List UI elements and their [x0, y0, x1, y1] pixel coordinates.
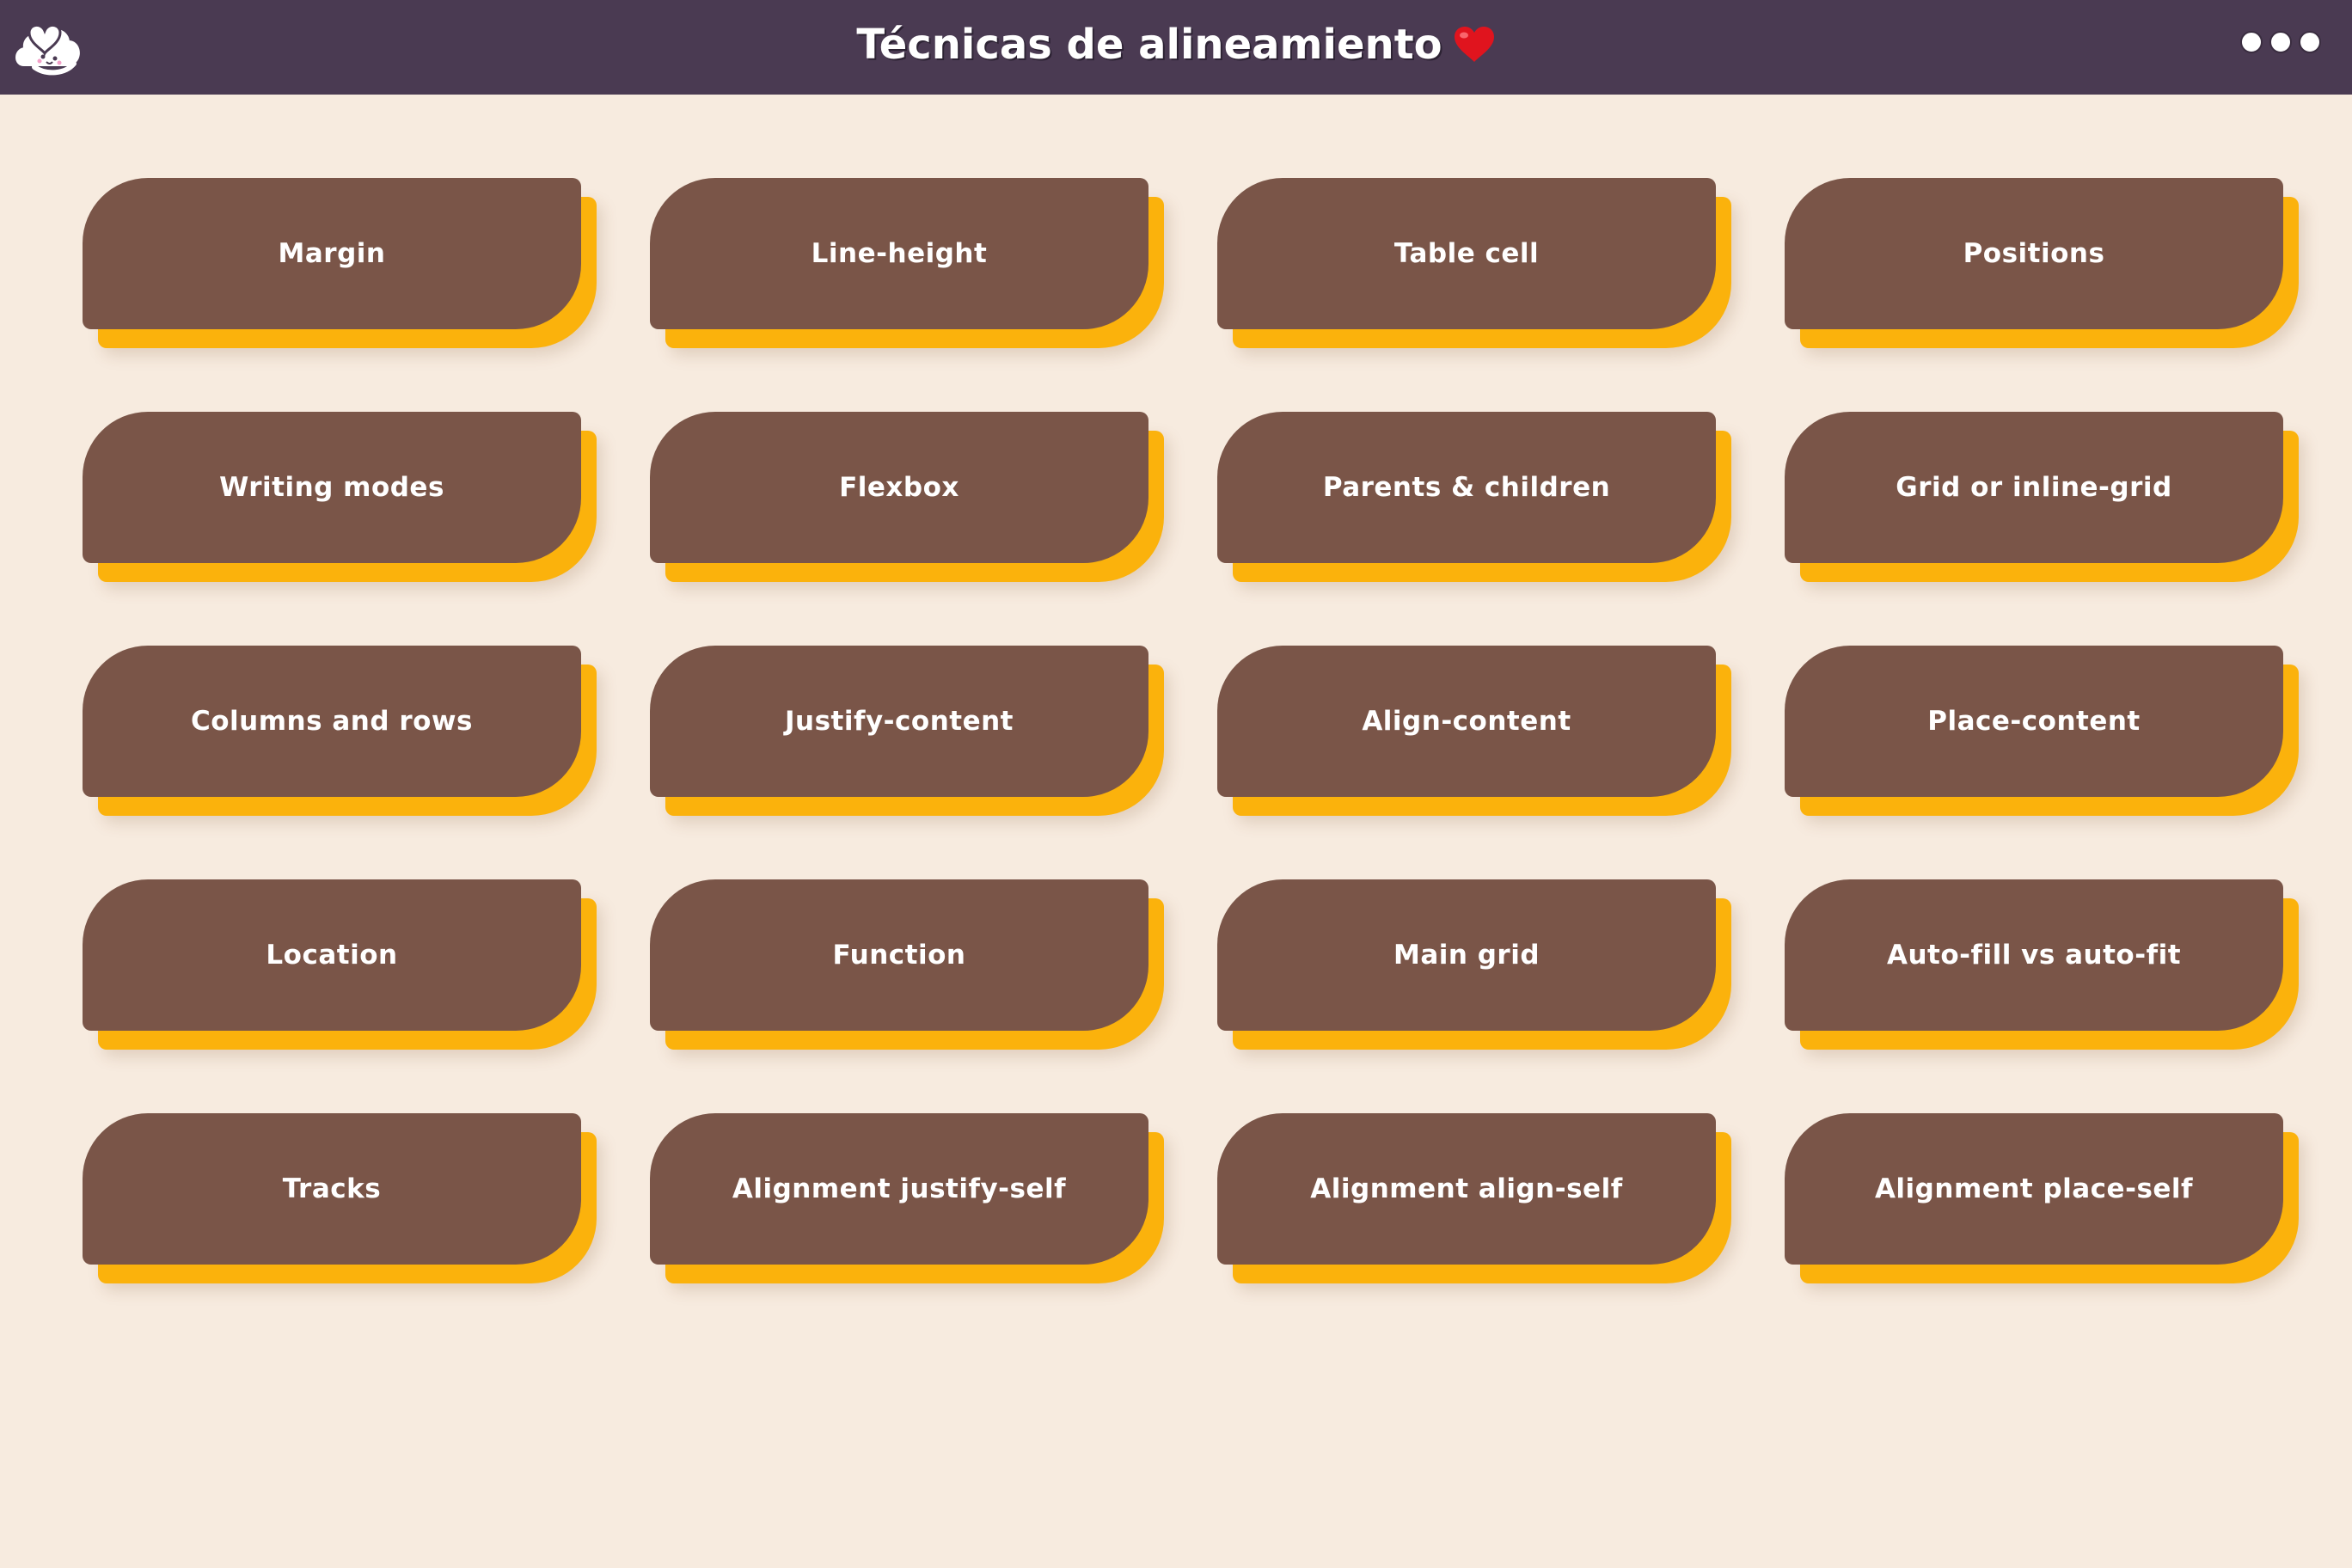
card-label: Auto-fill vs auto-fit — [1886, 940, 2182, 971]
menu-dot — [2269, 31, 2292, 53]
card-alignment-justify-self[interactable]: Alignment justify-self — [650, 1113, 1148, 1265]
card-label: Flexbox — [839, 472, 959, 503]
top-bar: Técnicas de alineamiento — [0, 0, 2352, 95]
card-flexbox[interactable]: Flexbox — [650, 412, 1148, 563]
card-label: Justify-content — [784, 706, 1014, 737]
card-label: Grid or inline-grid — [1896, 472, 2172, 503]
card-label: Table cell — [1393, 238, 1540, 269]
card-alignment-place-self[interactable]: Alignment place-self — [1785, 1113, 2283, 1265]
card-label: Columns and rows — [190, 706, 473, 737]
page-title: Técnicas de alineamiento — [0, 0, 2352, 89]
card-table-cell[interactable]: Table cell — [1217, 178, 1716, 329]
card-auto-fill-vs-auto-fit[interactable]: Auto-fill vs auto-fit — [1785, 879, 2283, 1031]
card-label: Tracks — [282, 1173, 382, 1204]
card-label: Parents & children — [1322, 472, 1611, 503]
card-place-content[interactable]: Place-content — [1785, 646, 2283, 797]
card-label: Place-content — [1927, 706, 2141, 737]
card-label: Align-content — [1362, 706, 1571, 737]
technique-grid: Margin Line-height Table cell Positions … — [83, 178, 2283, 1265]
card-line-height[interactable]: Line-height — [650, 178, 1148, 329]
card-label: Alignment justify-self — [732, 1173, 1067, 1204]
page-title-text: Técnicas de alineamiento — [856, 21, 1442, 69]
card-grid-inline-grid[interactable]: Grid or inline-grid — [1785, 412, 2283, 563]
card-justify-content[interactable]: Justify-content — [650, 646, 1148, 797]
card-positions[interactable]: Positions — [1785, 178, 2283, 329]
card-margin[interactable]: Margin — [83, 178, 581, 329]
more-dots-icon[interactable] — [2240, 29, 2321, 55]
card-location[interactable]: Location — [83, 879, 581, 1031]
menu-dot — [2240, 31, 2263, 53]
card-label: Writing modes — [219, 472, 444, 503]
card-align-content[interactable]: Align-content — [1217, 646, 1716, 797]
card-parents-children[interactable]: Parents & children — [1217, 412, 1716, 563]
card-function[interactable]: Function — [650, 879, 1148, 1031]
card-label: Line-height — [811, 238, 988, 269]
card-tracks[interactable]: Tracks — [83, 1113, 581, 1265]
card-columns-rows[interactable]: Columns and rows — [83, 646, 581, 797]
card-label: Main grid — [1393, 940, 1540, 971]
card-label: Function — [832, 940, 966, 971]
card-label: Margin — [278, 238, 386, 269]
card-label: Alignment place-self — [1874, 1173, 2194, 1204]
card-label: Alignment align-self — [1310, 1173, 1623, 1204]
menu-dot — [2299, 31, 2321, 53]
card-label: Positions — [1963, 238, 2105, 269]
card-writing-modes[interactable]: Writing modes — [83, 412, 581, 563]
card-main-grid[interactable]: Main grid — [1217, 879, 1716, 1031]
card-alignment-align-self[interactable]: Alignment align-self — [1217, 1113, 1716, 1265]
heart-icon — [1454, 27, 1494, 62]
card-label: Location — [266, 940, 398, 971]
